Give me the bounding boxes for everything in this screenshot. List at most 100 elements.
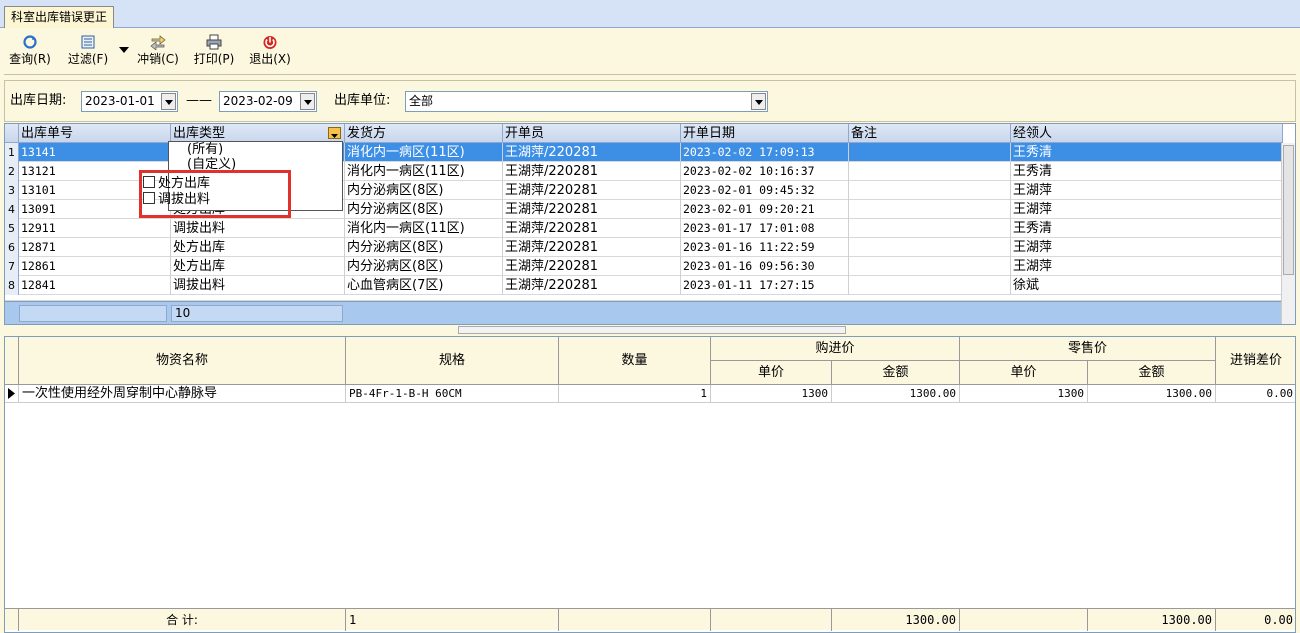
cell-item-name[interactable]: 一次性使用经外周穿制中心静脉导 bbox=[19, 385, 346, 403]
cell-receiver[interactable]: 王湖萍 bbox=[1011, 200, 1283, 219]
vertical-scrollbar[interactable] bbox=[1281, 143, 1295, 324]
dropdown-item-prescription[interactable]: 处方出库 bbox=[143, 176, 333, 192]
cell-from[interactable]: 消化内一病区(11区) bbox=[345, 162, 503, 181]
col-sender[interactable]: 发货方 bbox=[345, 124, 503, 143]
cell-id[interactable]: 12861 bbox=[19, 257, 171, 276]
cell-qty[interactable]: 1 bbox=[559, 385, 711, 403]
col-retail-unit-price[interactable]: 单价 bbox=[960, 361, 1088, 385]
col-purchase-unit-price[interactable]: 单价 bbox=[711, 361, 832, 385]
cell-id[interactable]: 12871 bbox=[19, 238, 171, 257]
cell-date[interactable]: 2023-01-16 11:22:59 bbox=[681, 238, 849, 257]
cell-from[interactable]: 消化内一病区(11区) bbox=[345, 143, 503, 162]
cell-date[interactable]: 2023-01-17 17:01:08 bbox=[681, 219, 849, 238]
cell-retail-price[interactable]: 1300 bbox=[960, 385, 1088, 403]
cell-type[interactable]: 调拔出料 bbox=[171, 219, 345, 238]
filter-dropdown-button[interactable] bbox=[116, 32, 130, 68]
col-date[interactable]: 开单日期 bbox=[681, 124, 849, 143]
cell-receiver[interactable]: 王秀清 bbox=[1011, 143, 1283, 162]
cell-note[interactable] bbox=[849, 200, 1011, 219]
cell-clerk[interactable]: 王湖萍/220281 bbox=[503, 143, 681, 162]
cell-note[interactable] bbox=[849, 143, 1011, 162]
cell-clerk[interactable]: 王湖萍/220281 bbox=[503, 200, 681, 219]
cell-receiver[interactable]: 王湖萍 bbox=[1011, 238, 1283, 257]
cell-note[interactable] bbox=[849, 181, 1011, 200]
chevron-down-icon[interactable] bbox=[751, 93, 766, 110]
cell-clerk[interactable]: 王湖萍/220281 bbox=[503, 219, 681, 238]
table-row[interactable]: 8 12841 调拔出料 心血管病区(7区) 王湖萍/220281 2023-01-11 … bbox=[5, 276, 1283, 295]
cell-date[interactable]: 2023-01-11 17:27:15 bbox=[681, 276, 849, 295]
cell-date[interactable]: 2023-02-02 10:16:37 bbox=[681, 162, 849, 181]
cell-from[interactable]: 内分泌病区(8区) bbox=[345, 200, 503, 219]
cell-date[interactable]: 2023-02-01 09:20:21 bbox=[681, 200, 849, 219]
col-clerk[interactable]: 开单员 bbox=[503, 124, 681, 143]
cell-id[interactable]: 12841 bbox=[19, 276, 171, 295]
cell-type[interactable]: 调拔出料 bbox=[171, 276, 345, 295]
cell-note[interactable] bbox=[849, 219, 1011, 238]
cell-receiver[interactable]: 王湖萍 bbox=[1011, 257, 1283, 276]
cell-note[interactable] bbox=[849, 257, 1011, 276]
column-filter-icon[interactable] bbox=[328, 127, 341, 139]
query-button[interactable]: 查询(R) bbox=[6, 32, 54, 68]
cell-retail-amount[interactable]: 1300.00 bbox=[1088, 385, 1216, 403]
col-purchase-amount[interactable]: 金额 bbox=[832, 361, 960, 385]
col-retail-amount[interactable]: 金额 bbox=[1088, 361, 1216, 385]
cell-from[interactable]: 消化内一病区(11区) bbox=[345, 219, 503, 238]
tab-main[interactable]: 科室出库错误更正 bbox=[4, 6, 115, 28]
cell-type[interactable]: 处方出库 bbox=[171, 238, 345, 257]
cell-type[interactable]: 处方出库 bbox=[171, 257, 345, 276]
cell-id[interactable]: 12911 bbox=[19, 219, 171, 238]
cell-receiver[interactable]: 王秀清 bbox=[1011, 219, 1283, 238]
cell-note[interactable] bbox=[849, 238, 1011, 257]
cell-receiver[interactable]: 王秀清 bbox=[1011, 162, 1283, 181]
cell-note[interactable] bbox=[849, 276, 1011, 295]
table-row[interactable]: 7 12861 处方出库 内分泌病区(8区) 王湖萍/220281 2023-01-16 … bbox=[5, 257, 1283, 276]
cell-diff[interactable]: 0.00 bbox=[1216, 385, 1295, 403]
col-item-name[interactable]: 物资名称 bbox=[19, 337, 346, 385]
filter-button[interactable]: 过滤(F) bbox=[64, 32, 112, 68]
cell-date[interactable]: 2023-01-16 09:56:30 bbox=[681, 257, 849, 276]
cell-clerk[interactable]: 王湖萍/220281 bbox=[503, 162, 681, 181]
print-button[interactable]: 打印(P) bbox=[190, 32, 238, 68]
row-number: 1 bbox=[5, 143, 19, 162]
cell-purchase-amount[interactable]: 1300.00 bbox=[832, 385, 960, 403]
cell-date[interactable]: 2023-02-02 17:09:13 bbox=[681, 143, 849, 162]
col-spec[interactable]: 规格 bbox=[346, 337, 559, 385]
cell-clerk[interactable]: 王湖萍/220281 bbox=[503, 276, 681, 295]
cell-receiver[interactable]: 王湖萍 bbox=[1011, 181, 1283, 200]
checkbox[interactable] bbox=[143, 176, 155, 188]
cell-from[interactable]: 内分泌病区(8区) bbox=[345, 181, 503, 200]
table-row[interactable]: 6 12871 处方出库 内分泌病区(8区) 王湖萍/220281 2023-01-16 … bbox=[5, 238, 1283, 257]
chevron-down-icon[interactable] bbox=[300, 93, 315, 110]
cell-id[interactable]: 13141 bbox=[19, 143, 171, 162]
scrollbar-thumb[interactable] bbox=[1283, 145, 1294, 275]
col-order-no[interactable]: 出库单号 bbox=[19, 124, 171, 143]
chevron-down-icon[interactable] bbox=[161, 93, 176, 110]
row-indicator[interactable] bbox=[5, 385, 19, 403]
checkbox[interactable] bbox=[143, 192, 155, 204]
table-row[interactable]: 5 12911 调拔出料 消化内一病区(11区) 王湖萍/220281 2023-01-1… bbox=[5, 219, 1283, 238]
col-receiver[interactable]: 经领人 bbox=[1011, 124, 1283, 143]
col-qty[interactable]: 数量 bbox=[559, 337, 711, 385]
dropdown-item-all[interactable]: (所有) bbox=[187, 142, 223, 158]
cell-date[interactable]: 2023-02-01 09:45:32 bbox=[681, 181, 849, 200]
cell-clerk[interactable]: 王湖萍/220281 bbox=[503, 238, 681, 257]
date-from-picker[interactable]: 2023-01-01 bbox=[81, 91, 178, 112]
exit-button[interactable]: 退出(X) bbox=[246, 32, 294, 68]
cell-from[interactable]: 心血管病区(7区) bbox=[345, 276, 503, 295]
cell-spec[interactable]: PB-4Fr-1-B-H 60CM bbox=[346, 385, 559, 403]
cell-note[interactable] bbox=[849, 162, 1011, 181]
toolbar: 查询(R) 过滤(F) 冲销(C) 打印(P) 退出(X) bbox=[6, 32, 1296, 70]
unit-select[interactable]: 全部 bbox=[405, 91, 768, 112]
cell-clerk[interactable]: 王湖萍/220281 bbox=[503, 257, 681, 276]
cell-clerk[interactable]: 王湖萍/220281 bbox=[503, 181, 681, 200]
dropdown-item-transfer[interactable]: 调拔出料 bbox=[143, 192, 333, 208]
offset-button[interactable]: 冲销(C) bbox=[134, 32, 182, 68]
col-note[interactable]: 备注 bbox=[849, 124, 1011, 143]
panel-splitter[interactable] bbox=[458, 326, 846, 334]
date-to-picker[interactable]: 2023-02-09 bbox=[219, 91, 317, 112]
cell-from[interactable]: 内分泌病区(8区) bbox=[345, 238, 503, 257]
cell-receiver[interactable]: 徐斌 bbox=[1011, 276, 1283, 295]
cell-from[interactable]: 内分泌病区(8区) bbox=[345, 257, 503, 276]
col-diff[interactable]: 进销差价 bbox=[1216, 337, 1295, 385]
cell-purchase-price[interactable]: 1300 bbox=[711, 385, 832, 403]
